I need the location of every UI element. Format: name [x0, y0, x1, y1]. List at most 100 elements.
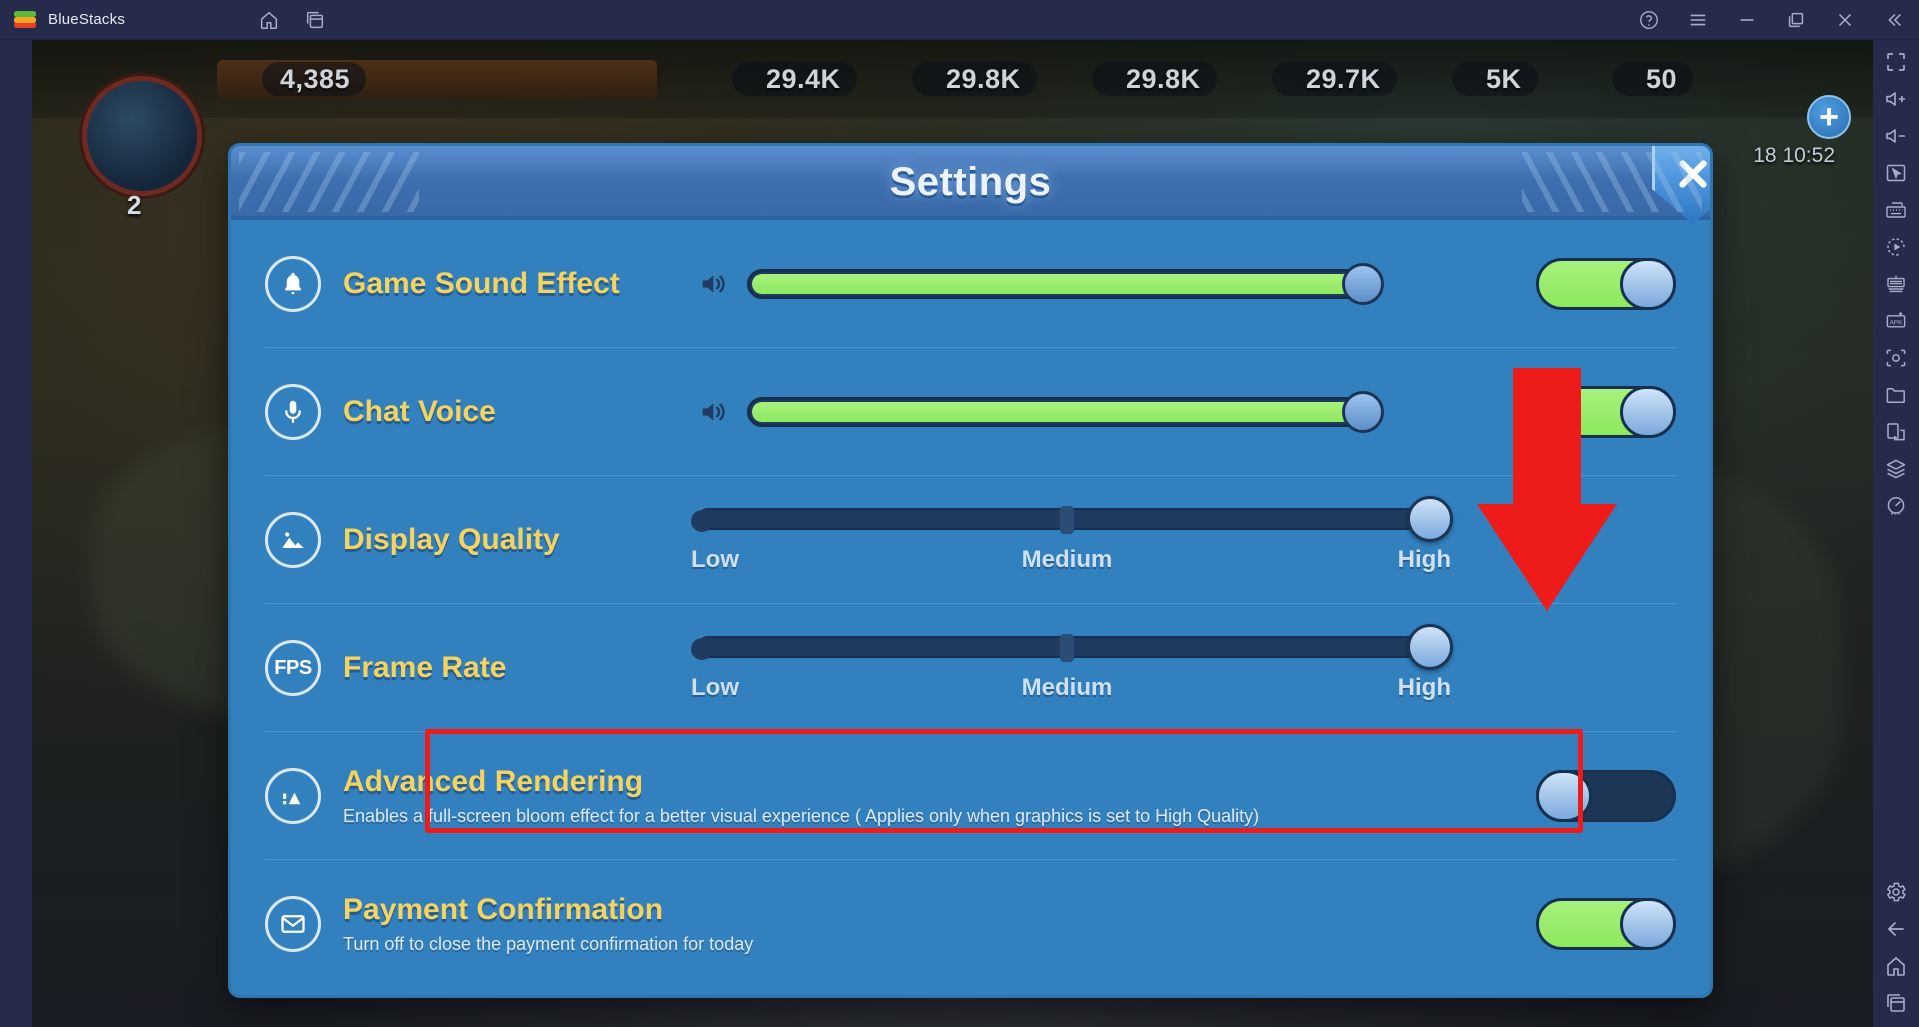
setting-label: Chat Voice	[343, 395, 496, 428]
multi-instance-sync-icon[interactable]	[1884, 272, 1908, 296]
add-resource-button[interactable]: +	[1807, 95, 1851, 139]
maximize-icon[interactable]	[1785, 9, 1807, 31]
toggle-knob	[1620, 386, 1676, 438]
collapse-sidebar-icon[interactable]	[1883, 9, 1905, 31]
resource-stone: 29.8K	[1092, 62, 1217, 96]
layers-icon[interactable]	[1884, 457, 1908, 481]
step-slider-labels: Low Medium High	[691, 546, 1451, 573]
back-arrow-icon[interactable]	[1884, 917, 1908, 941]
performance-icon[interactable]	[1884, 494, 1908, 518]
setting-label: Game Sound Effect	[343, 267, 620, 300]
bluestacks-logo-icon	[14, 10, 36, 30]
setting-row-advanced-rendering[interactable]: Advanced Rendering Enables a full-screen…	[231, 732, 1710, 860]
keyboard-controls-icon[interactable]	[1884, 198, 1908, 222]
cursor-icon[interactable]	[1884, 161, 1908, 185]
multi-instance-icon[interactable]	[304, 9, 326, 31]
setting-labels: Chat Voice	[343, 395, 673, 429]
toggle-chat-voice[interactable]	[1536, 386, 1676, 438]
fps-icon: FPS	[265, 640, 321, 696]
quality-slider-frame-rate[interactable]: Low Medium High	[691, 624, 1453, 701]
toggle-game-sound-effect[interactable]	[1536, 258, 1676, 310]
player-avatar[interactable]	[82, 76, 202, 196]
recent-apps-icon[interactable]	[1884, 991, 1908, 1015]
volume-control-chat-voice[interactable]	[697, 391, 1384, 433]
volume-slider-handle[interactable]	[1342, 263, 1384, 305]
setting-labels: Game Sound Effect	[343, 267, 673, 301]
settings-dialog: Settings Game Sound Effect Chat Voice Di…	[228, 143, 1713, 998]
power-value: 4,385	[262, 62, 367, 96]
step-slider-handle[interactable]	[1407, 496, 1453, 542]
resource-mystarium: 29.4K	[732, 62, 857, 96]
macro-recorder-icon[interactable]	[1884, 235, 1908, 259]
volume-up-icon[interactable]	[1884, 87, 1908, 111]
toggle-advanced-rendering[interactable]	[1536, 770, 1676, 822]
close-icon[interactable]	[1834, 9, 1856, 31]
setting-description: Enables a full-screen bloom effect for a…	[343, 806, 1260, 826]
minimize-icon[interactable]	[1736, 9, 1758, 31]
game-resource-hud: 4,385 29.4K 29.8K 29.8K 29.7K 5K 50 +	[32, 40, 1873, 139]
svg-text:APK: APK	[1890, 319, 1904, 326]
volume-down-icon[interactable]	[1884, 124, 1908, 148]
speaker-icon	[697, 395, 731, 429]
help-icon[interactable]	[1638, 9, 1660, 31]
bell-icon	[265, 256, 321, 312]
volume-slider-track[interactable]	[747, 263, 1384, 305]
titlebar-right-icons	[1638, 0, 1905, 40]
close-dialog-button[interactable]	[1652, 146, 1710, 224]
setting-row-payment-confirmation[interactable]: Payment Confirmation Turn off to close t…	[231, 860, 1710, 988]
mountain-image-icon	[265, 768, 321, 824]
resource-ore: 29.7K	[1272, 62, 1397, 96]
home-icon[interactable]	[1884, 954, 1908, 978]
setting-row-display-quality[interactable]: Display Quality Low Medium High	[231, 476, 1710, 604]
toggle-knob	[1620, 898, 1676, 950]
step-slider-labels: Low Medium High	[691, 674, 1451, 701]
game-timestamp: 18 10:52	[1753, 144, 1835, 167]
setting-label: Display Quality	[343, 523, 560, 556]
step-slider-handle[interactable]	[1407, 624, 1453, 670]
bluestacks-window: BlueStacks 4,385 29.4K 29.8K 29.8K 29.7K…	[0, 0, 1919, 1027]
step-label-low: Low	[691, 674, 739, 701]
setting-label: Payment Confirmation	[343, 893, 664, 926]
player-level: 2	[127, 190, 142, 220]
fps-icon-label: FPS	[274, 656, 312, 679]
fullscreen-icon[interactable]	[1884, 50, 1908, 74]
step-label-high: High	[1397, 546, 1451, 573]
titlebar-center-icons	[258, 0, 326, 40]
window-titlebar: BlueStacks	[0, 0, 1919, 40]
volume-slider-fill	[752, 274, 1372, 294]
toggle-payment-confirmation[interactable]	[1536, 898, 1676, 950]
setting-row-game-sound-effect[interactable]: Game Sound Effect	[231, 220, 1710, 348]
toggle-knob	[1620, 258, 1676, 310]
install-apk-icon[interactable]: APK	[1884, 309, 1908, 333]
volume-control-game-sound[interactable]	[697, 263, 1384, 305]
settings-list: Game Sound Effect Chat Voice Display Qua…	[231, 220, 1710, 995]
volume-slider-fill	[752, 402, 1372, 422]
game-viewport: 4,385 29.4K 29.8K 29.8K 29.7K 5K 50 + 2 …	[32, 40, 1873, 1027]
home-icon[interactable]	[258, 9, 280, 31]
gear-icon[interactable]	[1884, 880, 1908, 904]
step-label-low: Low	[691, 546, 739, 573]
setting-labels: Frame Rate	[343, 651, 673, 685]
settings-dialog-header: Settings	[231, 146, 1710, 224]
setting-labels: Payment Confirmation Turn off to close t…	[343, 893, 1323, 955]
setting-row-chat-voice[interactable]: Chat Voice	[231, 348, 1710, 476]
setting-row-frame-rate[interactable]: FPS Frame Rate Low Medium High	[231, 604, 1710, 732]
step-cap-low	[691, 510, 713, 532]
setting-label: Frame Rate	[343, 651, 507, 684]
menu-icon[interactable]	[1687, 9, 1709, 31]
step-slider-track[interactable]	[691, 496, 1453, 542]
quality-slider-display[interactable]: Low Medium High	[691, 496, 1453, 573]
step-label-medium: Medium	[1021, 546, 1113, 573]
step-tick-medium	[1060, 634, 1074, 662]
setting-labels: Display Quality	[343, 523, 673, 557]
microphone-icon	[265, 384, 321, 440]
volume-slider-track[interactable]	[747, 391, 1384, 433]
bluestacks-sidebar: APK	[1873, 40, 1919, 1027]
step-slider-track[interactable]	[691, 624, 1453, 670]
screenshot-icon[interactable]	[1884, 346, 1908, 370]
volume-slider-handle[interactable]	[1342, 391, 1384, 433]
resource-gold: 5K	[1452, 62, 1538, 96]
media-folder-icon[interactable]	[1884, 383, 1908, 407]
app-title: BlueStacks	[48, 11, 126, 28]
copy-to-instance-icon[interactable]	[1884, 420, 1908, 444]
